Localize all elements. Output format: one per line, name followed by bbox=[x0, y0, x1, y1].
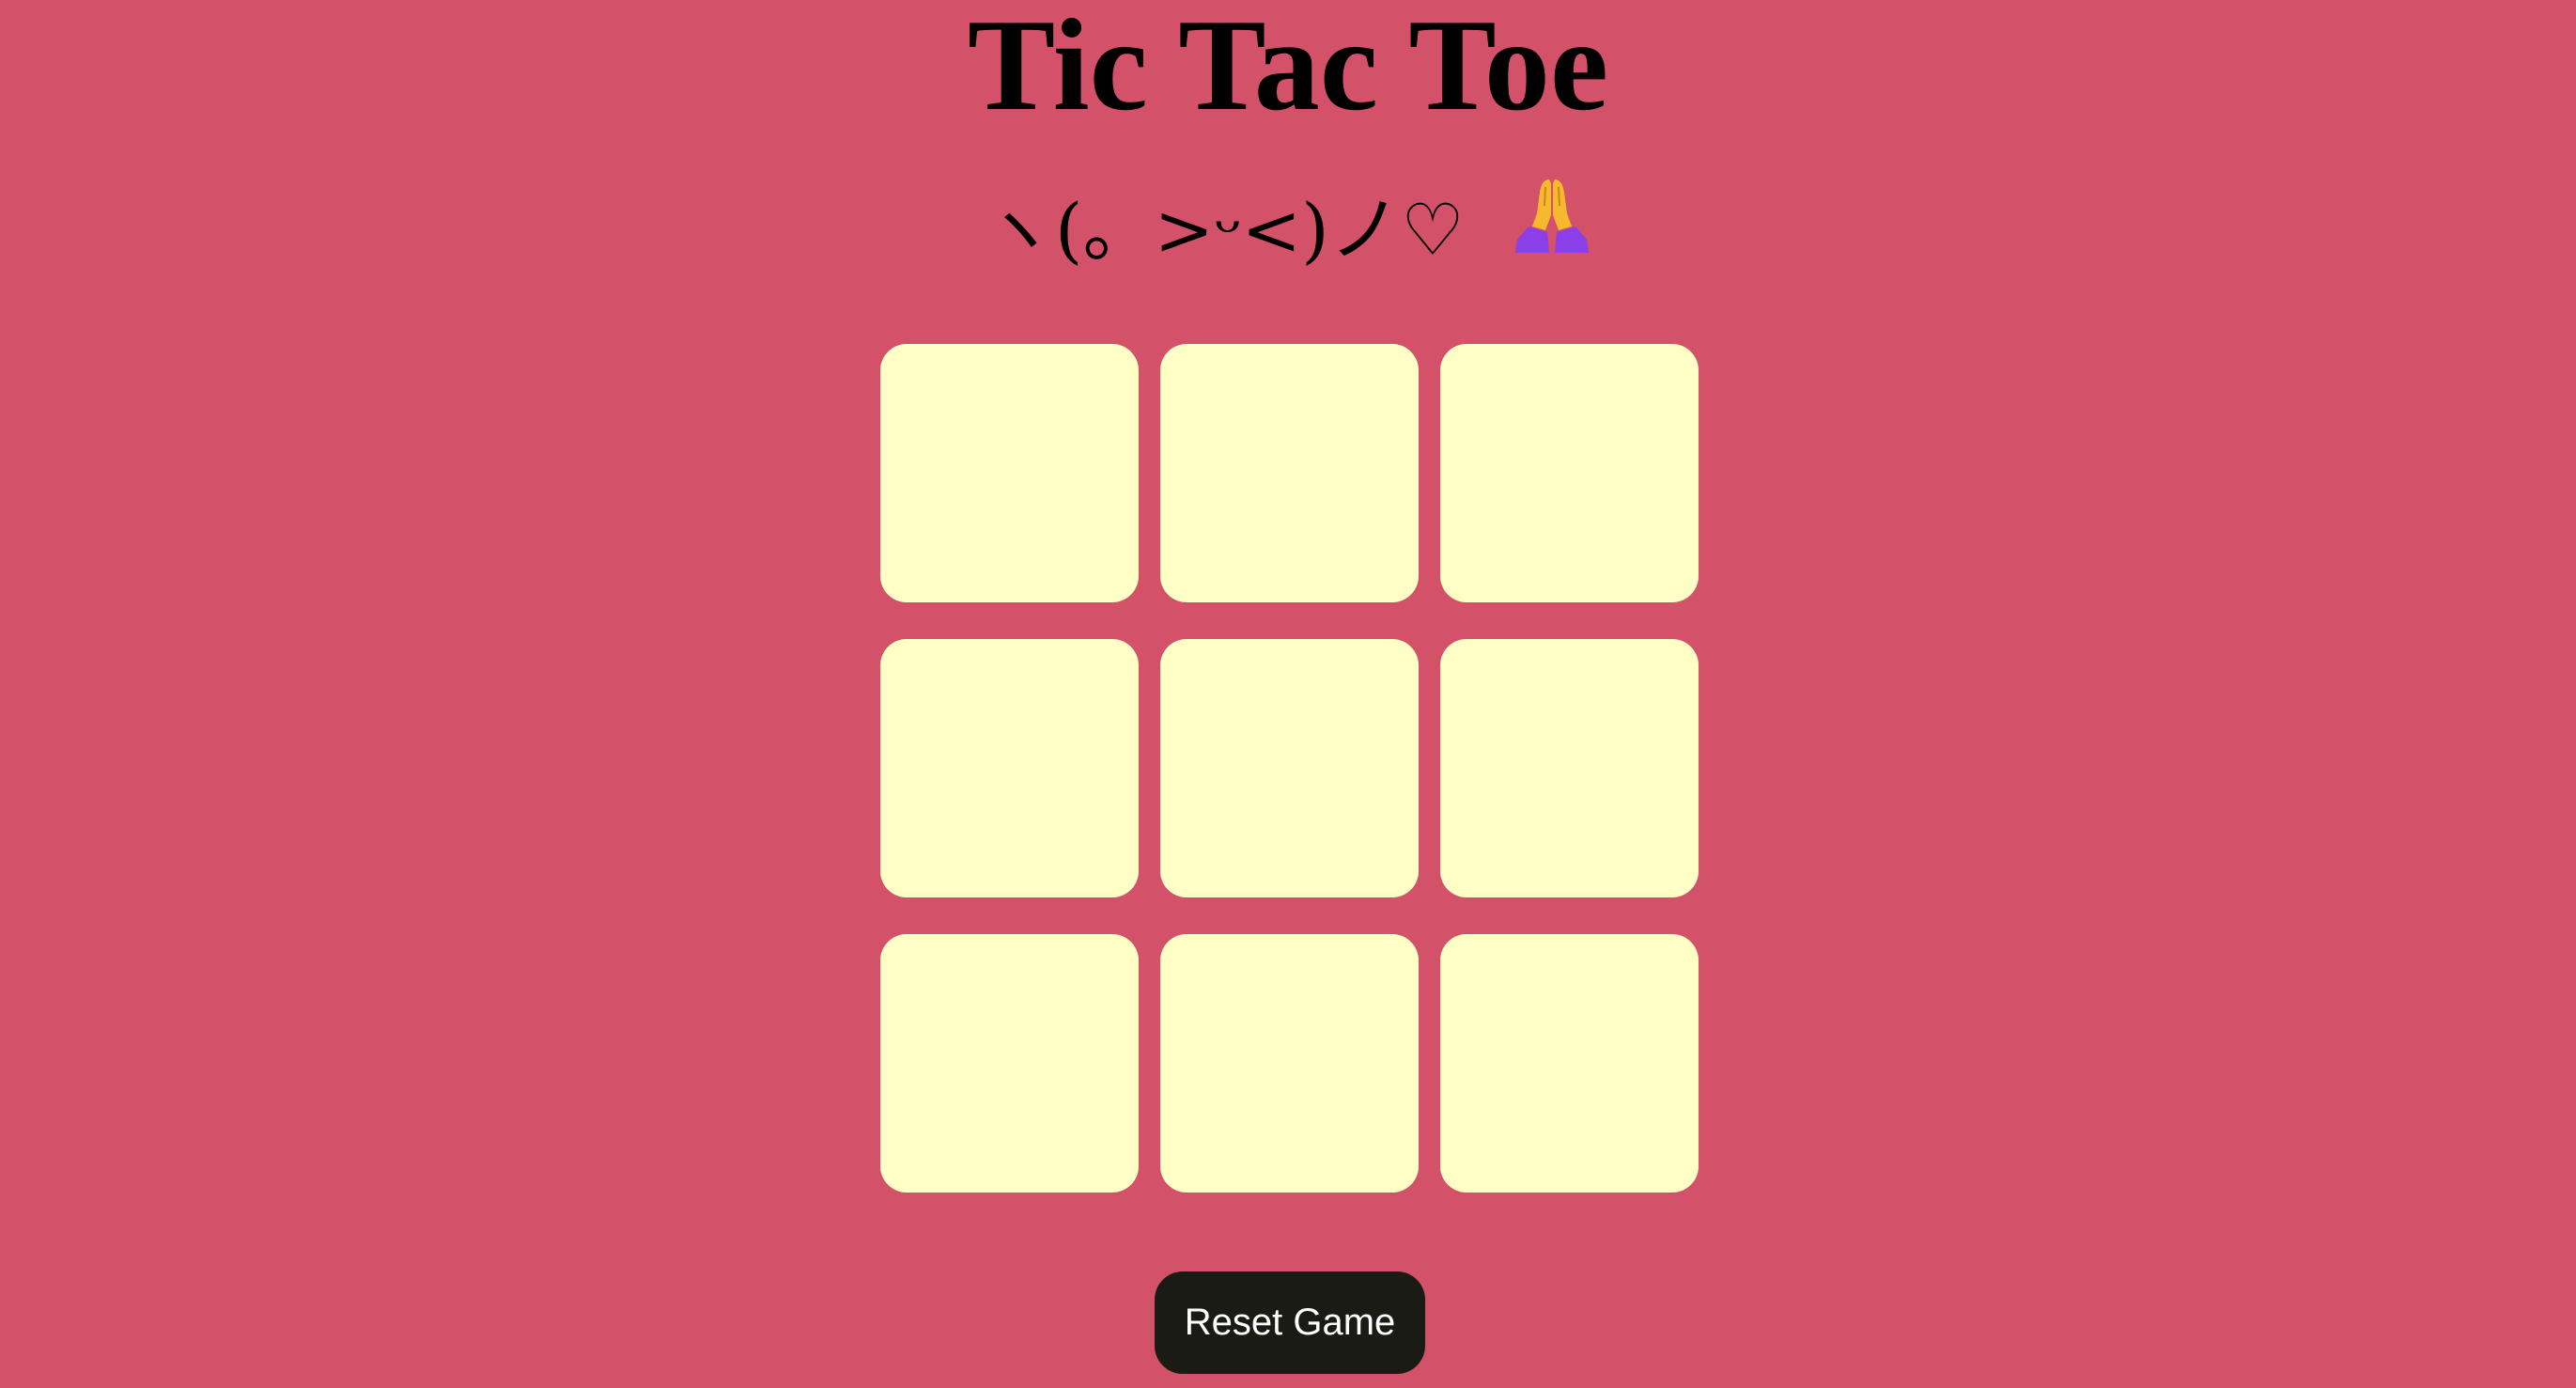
page-title: Tic Tac Toe bbox=[967, 0, 1609, 138]
kaomoji-subtitle: ヽ(。>ᵕ<)ノ♡ bbox=[0, 174, 2576, 292]
board-cell-8[interactable] bbox=[1160, 934, 1419, 1193]
board-cell-7[interactable] bbox=[880, 934, 1139, 1193]
kaomoji-text: ヽ(。>ᵕ<)ノ♡ bbox=[983, 188, 1465, 272]
board-cell-5[interactable] bbox=[1160, 639, 1419, 897]
board-cell-1[interactable] bbox=[880, 344, 1139, 602]
reset-game-button[interactable]: Reset Game bbox=[1155, 1271, 1425, 1374]
board-cell-4[interactable] bbox=[880, 639, 1139, 897]
board-cell-3[interactable] bbox=[1440, 344, 1699, 602]
game-board bbox=[880, 344, 1699, 1193]
board-cell-6[interactable] bbox=[1440, 639, 1699, 897]
board-cell-9[interactable] bbox=[1440, 934, 1699, 1193]
board-cell-2[interactable] bbox=[1160, 344, 1419, 602]
folded-hands-icon bbox=[1512, 174, 1592, 287]
